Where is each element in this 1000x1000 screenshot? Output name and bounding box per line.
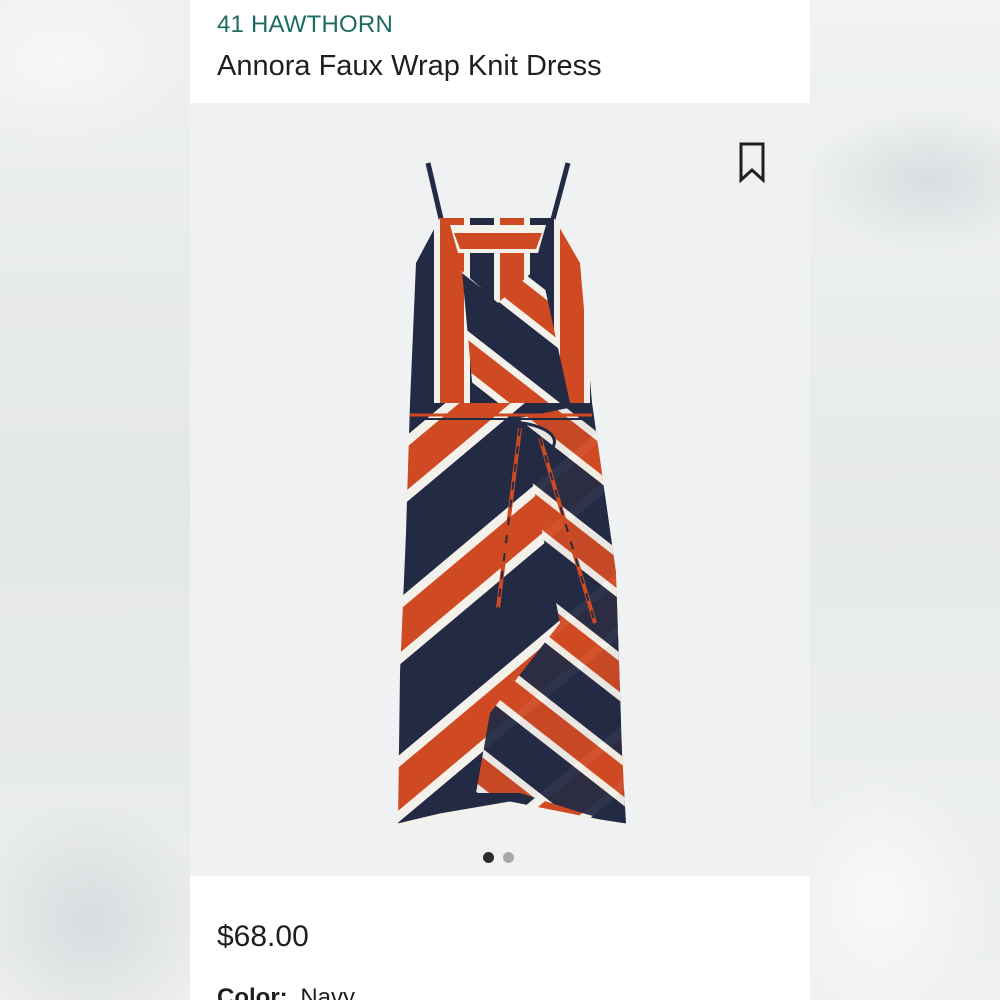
- color-row: Color: Navy: [217, 984, 355, 1000]
- carousel-dot-active[interactable]: [483, 852, 494, 863]
- product-image-carousel[interactable]: [190, 103, 810, 876]
- blurred-background-left: [0, 0, 190, 1000]
- carousel-dot[interactable]: [503, 852, 514, 863]
- blurred-background-right: [810, 0, 1000, 1000]
- carousel-pagination: [483, 852, 523, 866]
- product-image-dress: [397, 162, 627, 827]
- product-price: $68.00: [217, 920, 309, 953]
- product-title: Annora Faux Wrap Knit Dress: [217, 50, 602, 82]
- color-value: Navy: [300, 984, 356, 1000]
- brand-name[interactable]: 41 HAWTHORN: [217, 11, 393, 39]
- color-label: Color:: [217, 984, 288, 1000]
- bookmark-icon[interactable]: [734, 140, 770, 184]
- product-header: 41 HAWTHORN Annora Faux Wrap Knit Dress: [190, 0, 810, 103]
- product-card: 41 HAWTHORN Annora Faux Wrap Knit Dress: [190, 0, 810, 1000]
